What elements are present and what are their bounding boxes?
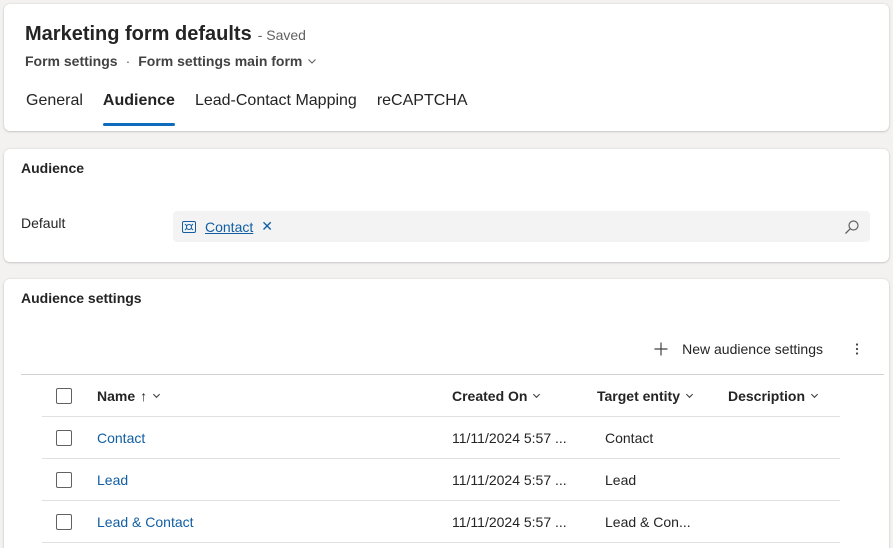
row-target-entity: Contact	[605, 429, 654, 446]
chevron-down-icon	[153, 393, 161, 399]
audience-section: Audience Default Contact ✕	[4, 149, 889, 262]
column-header-description[interactable]: Description	[728, 388, 819, 404]
command-bar: New audience settings	[654, 341, 865, 357]
table-row[interactable]: Lead & Contact 11/11/2024 5:57 ... Lead …	[42, 501, 840, 543]
row-name-link[interactable]: Lead & Contact	[97, 514, 194, 530]
row-checkbox[interactable]	[56, 471, 72, 488]
column-header-name[interactable]: Name ↑	[97, 388, 161, 404]
chevron-down-icon	[685, 393, 694, 399]
page-title: Marketing form defaults	[25, 23, 252, 45]
tab-audience[interactable]: Audience	[102, 90, 175, 126]
select-all-checkbox[interactable]	[56, 387, 72, 404]
chevron-down-icon	[533, 393, 541, 399]
new-audience-settings-button[interactable]: New audience settings	[654, 341, 823, 357]
search-icon[interactable]	[844, 219, 860, 235]
entity-icon	[182, 220, 196, 233]
default-field-label: Default	[21, 215, 66, 231]
form-selector[interactable]: Form settings main form	[138, 53, 317, 69]
chevron-down-icon	[308, 59, 317, 64]
row-name-link[interactable]: Contact	[97, 430, 145, 446]
column-header-description-label: Description	[728, 387, 806, 404]
row-checkbox[interactable]	[56, 513, 72, 530]
more-options-icon[interactable]	[849, 341, 865, 357]
tab-recaptcha[interactable]: reCAPTCHA	[377, 90, 468, 126]
section-title-audience: Audience	[21, 160, 85, 176]
grid-header-row: Name ↑ Created On Target entity Descript…	[42, 375, 840, 417]
sort-ascending-icon: ↑	[140, 387, 148, 404]
column-header-target-entity[interactable]: Target entity	[597, 388, 694, 404]
column-header-target-entity-label: Target entity	[597, 387, 680, 404]
lookup-tag: Contact ✕	[173, 211, 279, 242]
entity-name: Form settings	[25, 53, 118, 69]
new-audience-settings-label: New audience settings	[682, 341, 823, 357]
column-header-created-on-label: Created On	[452, 387, 528, 404]
chevron-down-icon	[810, 393, 819, 399]
default-lookup-field[interactable]: Contact ✕	[173, 211, 870, 242]
form-subtitle: Form settings · Form settings main form	[25, 53, 317, 69]
audience-settings-grid: Name ↑ Created On Target entity Descript…	[42, 375, 840, 543]
subtitle-separator: ·	[125, 53, 131, 69]
table-row[interactable]: Contact 11/11/2024 5:57 ... Contact	[42, 417, 840, 459]
tab-list: General Audience Lead-Contact Mapping re…	[26, 90, 488, 126]
tab-general[interactable]: General	[26, 90, 83, 126]
row-target-entity: Lead & Con...	[605, 513, 691, 530]
row-created-on: 11/11/2024 5:57 ...	[452, 429, 567, 446]
row-target-entity: Lead	[605, 471, 637, 488]
row-checkbox[interactable]	[56, 429, 72, 446]
section-title-audience-settings: Audience settings	[21, 290, 142, 306]
row-created-on: 11/11/2024 5:57 ...	[452, 513, 567, 530]
audience-settings-section: Audience settings New audience settings …	[4, 279, 889, 548]
form-selector-label: Form settings main form	[138, 53, 303, 69]
column-header-created-on[interactable]: Created On	[452, 388, 541, 404]
default-value-link[interactable]: Contact	[205, 219, 253, 235]
title-row: Marketing form defaults - Saved	[25, 23, 306, 46]
tab-lead-contact-mapping[interactable]: Lead-Contact Mapping	[195, 90, 357, 126]
row-name-link[interactable]: Lead	[97, 472, 128, 488]
form-header: Marketing form defaults - Saved Form set…	[4, 4, 889, 131]
column-header-name-label: Name	[97, 387, 136, 404]
row-created-on: 11/11/2024 5:57 ...	[452, 471, 567, 488]
remove-tag-icon[interactable]: ✕	[261, 218, 273, 235]
save-status: - Saved	[257, 27, 306, 43]
plus-icon	[654, 342, 668, 356]
table-row[interactable]: Lead 11/11/2024 5:57 ... Lead	[42, 459, 840, 501]
